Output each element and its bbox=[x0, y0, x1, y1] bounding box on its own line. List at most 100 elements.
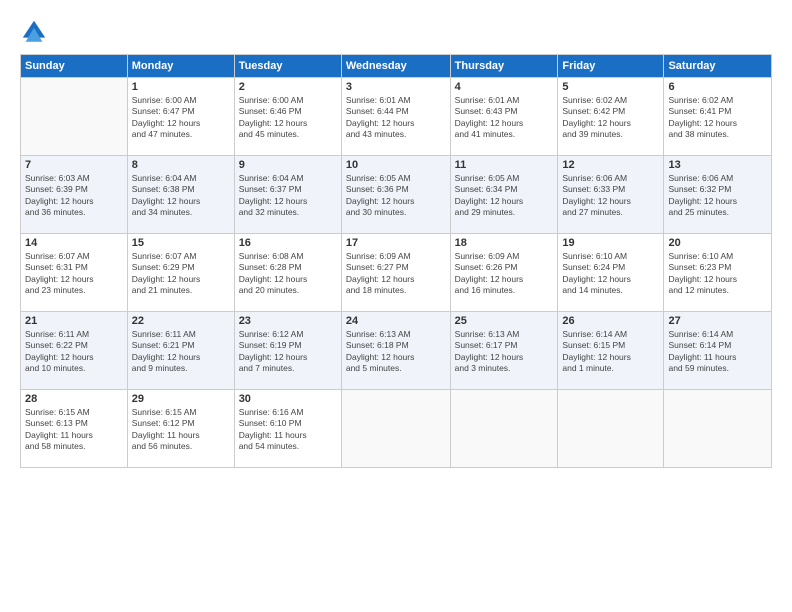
day-info: Sunrise: 6:02 AM Sunset: 6:41 PM Dayligh… bbox=[668, 95, 767, 141]
calendar-cell: 18 Sunrise: 6:09 AM Sunset: 6:26 PM Dayli… bbox=[450, 234, 558, 312]
day-number: 17 bbox=[346, 237, 446, 249]
day-number: 8 bbox=[132, 159, 230, 171]
calendar-week-row: 14 Sunrise: 6:07 AM Sunset: 6:31 PM Dayli… bbox=[21, 234, 772, 312]
calendar-cell: 7Sunrise: 6:03 AM Sunset: 6:39 PM Daylig… bbox=[21, 156, 128, 234]
calendar-cell: 27Sunrise: 6:14 AM Sunset: 6:14 PM Dayli… bbox=[664, 312, 772, 390]
calendar-cell: 6Sunrise: 6:02 AM Sunset: 6:41 PM Daylig… bbox=[664, 78, 772, 156]
day-number: 7 bbox=[25, 159, 123, 171]
day-info: Sunrise: 6:06 AM Sunset: 6:32 PM Dayligh… bbox=[668, 173, 767, 219]
calendar-table: SundayMondayTuesdayWednesdayThursdayFrid… bbox=[20, 54, 772, 468]
day-number: 28 bbox=[25, 393, 123, 405]
calendar-cell: 24 Sunrise: 6:13 AM Sunset: 6:18 PM Dayli… bbox=[341, 312, 450, 390]
day-info: Sunrise: 6:11 AM Sunset: 6:22 PM Dayligh… bbox=[25, 329, 123, 375]
day-number: 21 bbox=[25, 315, 123, 327]
weekday-header: Monday bbox=[127, 55, 234, 78]
day-info: Sunrise: 6:11 AM Sunset: 6:21 PM Dayligh… bbox=[132, 329, 230, 375]
day-info: Sunrise: 6:05 AM Sunset: 6:36 PM Dayligh… bbox=[346, 173, 446, 219]
day-number: 27 bbox=[668, 315, 767, 327]
day-number: 22 bbox=[132, 315, 230, 327]
weekday-header: Tuesday bbox=[234, 55, 341, 78]
day-number: 19 bbox=[562, 237, 659, 249]
weekday-header: Saturday bbox=[664, 55, 772, 78]
calendar-cell: 3 Sunrise: 6:01 AM Sunset: 6:44 PM Daylig… bbox=[341, 78, 450, 156]
day-info: Sunrise: 6:09 AM Sunset: 6:26 PM Dayligh… bbox=[455, 251, 554, 297]
day-number: 13 bbox=[668, 159, 767, 171]
day-number: 24 bbox=[346, 315, 446, 327]
day-info: Sunrise: 6:01 AM Sunset: 6:44 PM Dayligh… bbox=[346, 95, 446, 141]
day-info: Sunrise: 6:10 AM Sunset: 6:23 PM Dayligh… bbox=[668, 251, 767, 297]
day-number: 25 bbox=[455, 315, 554, 327]
day-info: Sunrise: 6:05 AM Sunset: 6:34 PM Dayligh… bbox=[455, 173, 554, 219]
calendar-cell: 1 Sunrise: 6:00 AM Sunset: 6:47 PM Daylig… bbox=[127, 78, 234, 156]
day-info: Sunrise: 6:00 AM Sunset: 6:47 PM Dayligh… bbox=[132, 95, 230, 141]
day-number: 14 bbox=[25, 237, 123, 249]
day-info: Sunrise: 6:14 AM Sunset: 6:15 PM Dayligh… bbox=[562, 329, 659, 375]
weekday-header: Friday bbox=[558, 55, 664, 78]
day-number: 3 bbox=[346, 81, 446, 93]
day-info: Sunrise: 6:02 AM Sunset: 6:42 PM Dayligh… bbox=[562, 95, 659, 141]
calendar-cell: 17 Sunrise: 6:09 AM Sunset: 6:27 PM Dayli… bbox=[341, 234, 450, 312]
day-number: 9 bbox=[239, 159, 337, 171]
day-info: Sunrise: 6:00 AM Sunset: 6:46 PM Dayligh… bbox=[239, 95, 337, 141]
calendar-cell: 9 Sunrise: 6:04 AM Sunset: 6:37 PM Daylig… bbox=[234, 156, 341, 234]
calendar-cell: 16 Sunrise: 6:08 AM Sunset: 6:28 PM Dayli… bbox=[234, 234, 341, 312]
calendar-cell: 30Sunrise: 6:16 AM Sunset: 6:10 PM Dayli… bbox=[234, 390, 341, 468]
day-info: Sunrise: 6:01 AM Sunset: 6:43 PM Dayligh… bbox=[455, 95, 554, 141]
day-number: 12 bbox=[562, 159, 659, 171]
day-number: 15 bbox=[132, 237, 230, 249]
day-info: Sunrise: 6:07 AM Sunset: 6:29 PM Dayligh… bbox=[132, 251, 230, 297]
calendar-cell bbox=[558, 390, 664, 468]
day-number: 30 bbox=[239, 393, 337, 405]
calendar-week-row: 7Sunrise: 6:03 AM Sunset: 6:39 PM Daylig… bbox=[21, 156, 772, 234]
calendar-cell: 8Sunrise: 6:04 AM Sunset: 6:38 PM Daylig… bbox=[127, 156, 234, 234]
day-info: Sunrise: 6:15 AM Sunset: 6:12 PM Dayligh… bbox=[132, 407, 230, 453]
day-info: Sunrise: 6:07 AM Sunset: 6:31 PM Dayligh… bbox=[25, 251, 123, 297]
logo-icon bbox=[20, 18, 48, 46]
calendar-cell: 4 Sunrise: 6:01 AM Sunset: 6:43 PM Daylig… bbox=[450, 78, 558, 156]
calendar-cell: 21 Sunrise: 6:11 AM Sunset: 6:22 PM Dayli… bbox=[21, 312, 128, 390]
calendar-week-row: 28 Sunrise: 6:15 AM Sunset: 6:13 PM Dayli… bbox=[21, 390, 772, 468]
weekday-header: Sunday bbox=[21, 55, 128, 78]
calendar-week-row: 21 Sunrise: 6:11 AM Sunset: 6:22 PM Dayli… bbox=[21, 312, 772, 390]
day-info: Sunrise: 6:09 AM Sunset: 6:27 PM Dayligh… bbox=[346, 251, 446, 297]
day-number: 18 bbox=[455, 237, 554, 249]
day-number: 2 bbox=[239, 81, 337, 93]
page: SundayMondayTuesdayWednesdayThursdayFrid… bbox=[0, 0, 792, 612]
calendar-cell: 14 Sunrise: 6:07 AM Sunset: 6:31 PM Dayli… bbox=[21, 234, 128, 312]
day-number: 5 bbox=[562, 81, 659, 93]
day-info: Sunrise: 6:06 AM Sunset: 6:33 PM Dayligh… bbox=[562, 173, 659, 219]
calendar-cell bbox=[664, 390, 772, 468]
day-info: Sunrise: 6:04 AM Sunset: 6:37 PM Dayligh… bbox=[239, 173, 337, 219]
day-number: 4 bbox=[455, 81, 554, 93]
day-number: 20 bbox=[668, 237, 767, 249]
weekday-header: Thursday bbox=[450, 55, 558, 78]
day-number: 11 bbox=[455, 159, 554, 171]
day-number: 16 bbox=[239, 237, 337, 249]
calendar-cell: 26 Sunrise: 6:14 AM Sunset: 6:15 PM Dayli… bbox=[558, 312, 664, 390]
calendar-cell: 23Sunrise: 6:12 AM Sunset: 6:19 PM Dayli… bbox=[234, 312, 341, 390]
calendar-cell: 11 Sunrise: 6:05 AM Sunset: 6:34 PM Dayli… bbox=[450, 156, 558, 234]
day-info: Sunrise: 6:12 AM Sunset: 6:19 PM Dayligh… bbox=[239, 329, 337, 375]
weekday-header-row: SundayMondayTuesdayWednesdayThursdayFrid… bbox=[21, 55, 772, 78]
day-info: Sunrise: 6:08 AM Sunset: 6:28 PM Dayligh… bbox=[239, 251, 337, 297]
header bbox=[20, 18, 772, 46]
day-info: Sunrise: 6:13 AM Sunset: 6:17 PM Dayligh… bbox=[455, 329, 554, 375]
calendar-week-row: 1 Sunrise: 6:00 AM Sunset: 6:47 PM Daylig… bbox=[21, 78, 772, 156]
day-number: 26 bbox=[562, 315, 659, 327]
calendar-cell: 25 Sunrise: 6:13 AM Sunset: 6:17 PM Dayli… bbox=[450, 312, 558, 390]
calendar-cell: 28 Sunrise: 6:15 AM Sunset: 6:13 PM Dayli… bbox=[21, 390, 128, 468]
weekday-header: Wednesday bbox=[341, 55, 450, 78]
calendar-cell: 12 Sunrise: 6:06 AM Sunset: 6:33 PM Dayli… bbox=[558, 156, 664, 234]
day-number: 29 bbox=[132, 393, 230, 405]
calendar-cell: 29 Sunrise: 6:15 AM Sunset: 6:12 PM Dayli… bbox=[127, 390, 234, 468]
calendar-cell: 19 Sunrise: 6:10 AM Sunset: 6:24 PM Dayli… bbox=[558, 234, 664, 312]
day-info: Sunrise: 6:15 AM Sunset: 6:13 PM Dayligh… bbox=[25, 407, 123, 453]
day-number: 1 bbox=[132, 81, 230, 93]
calendar-cell: 20 Sunrise: 6:10 AM Sunset: 6:23 PM Dayli… bbox=[664, 234, 772, 312]
day-number: 10 bbox=[346, 159, 446, 171]
calendar-cell: 10 Sunrise: 6:05 AM Sunset: 6:36 PM Dayli… bbox=[341, 156, 450, 234]
calendar-cell: 5 Sunrise: 6:02 AM Sunset: 6:42 PM Daylig… bbox=[558, 78, 664, 156]
day-info: Sunrise: 6:10 AM Sunset: 6:24 PM Dayligh… bbox=[562, 251, 659, 297]
day-info: Sunrise: 6:13 AM Sunset: 6:18 PM Dayligh… bbox=[346, 329, 446, 375]
calendar-cell bbox=[21, 78, 128, 156]
